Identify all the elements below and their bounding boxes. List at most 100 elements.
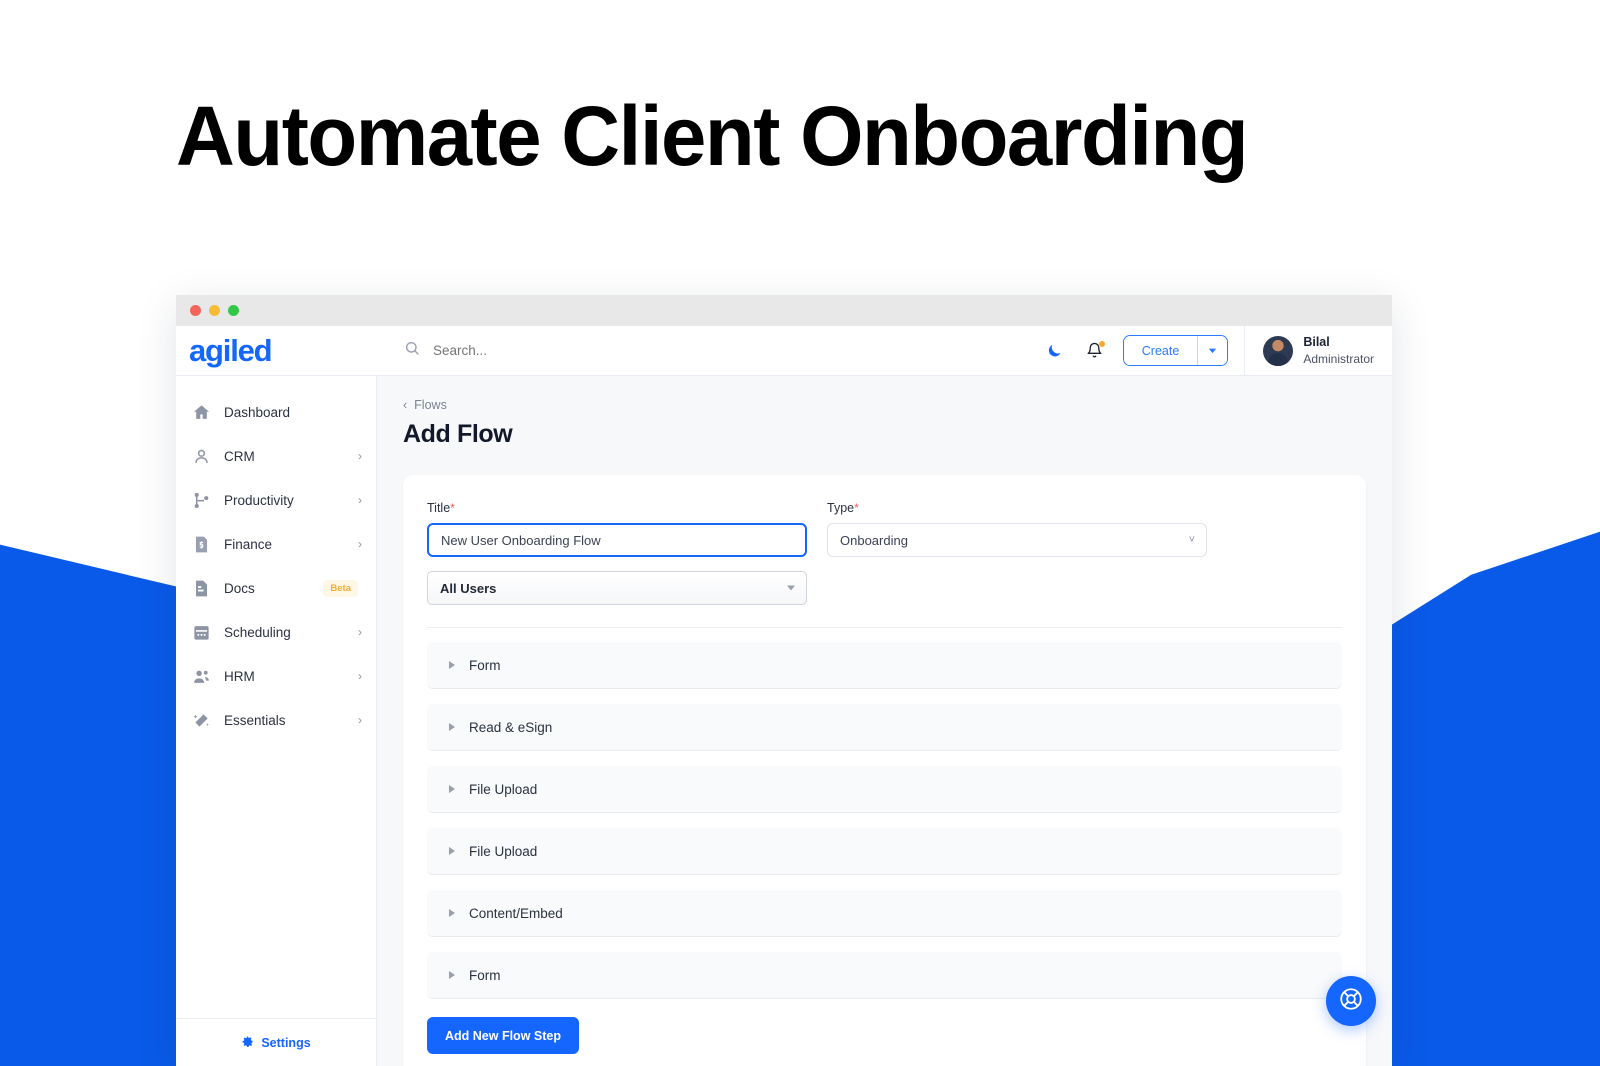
form-field-row: Title* Type* Onboarding [427, 501, 1342, 557]
chevron-right-icon: › [358, 537, 362, 551]
decorative-blue-shape-right [1384, 530, 1600, 1066]
calendar-icon [192, 623, 211, 642]
flow-step-row[interactable]: Read & eSign [427, 704, 1342, 751]
dark-mode-toggle[interactable] [1035, 331, 1075, 371]
breadcrumb[interactable]: ‹ Flows [403, 398, 1366, 412]
expand-triangle-icon [449, 723, 455, 731]
create-button[interactable]: Create [1123, 336, 1198, 365]
people-icon [192, 667, 211, 686]
users-select[interactable]: All Users [427, 571, 807, 605]
home-icon [192, 403, 211, 422]
workflow-icon [192, 491, 211, 510]
chevron-right-icon: › [358, 625, 362, 639]
create-dropdown-toggle[interactable] [1197, 336, 1228, 365]
sidebar-item-label: Docs [224, 580, 255, 596]
title-label: Title* [427, 501, 455, 515]
sidebar-item-settings[interactable]: Settings [176, 1018, 376, 1066]
window-close-dot[interactable] [190, 305, 201, 316]
sidebar-item-essentials[interactable]: Essentials › [176, 698, 376, 742]
required-marker: * [854, 501, 859, 515]
type-label: Type* [827, 501, 859, 515]
add-flow-card: Title* Type* Onboarding [403, 475, 1366, 1066]
user-role: Administrator [1303, 351, 1374, 366]
flow-step-row[interactable]: Form [427, 952, 1342, 999]
sidebar-item-label: Essentials [224, 712, 286, 728]
sidebar-item-hrm[interactable]: HRM › [176, 654, 376, 698]
chevron-down-icon [787, 585, 795, 591]
browser-window: agiled Search... Create Bilal Administra… [176, 295, 1392, 1066]
required-marker: * [450, 501, 455, 515]
flow-step-row[interactable]: File Upload [427, 766, 1342, 813]
sidebar-item-label: HRM [224, 668, 255, 684]
window-maximize-dot[interactable] [228, 305, 239, 316]
expand-triangle-icon [449, 971, 455, 979]
expand-triangle-icon [449, 785, 455, 793]
document-icon [192, 579, 211, 598]
invoice-icon [192, 535, 211, 554]
chevron-left-icon: ‹ [403, 398, 408, 412]
magic-wand-icon [192, 711, 211, 730]
flow-step-row[interactable]: File Upload [427, 828, 1342, 875]
user-menu[interactable]: Bilal Administrator [1244, 325, 1392, 376]
sidebar-item-finance[interactable]: Finance › [176, 522, 376, 566]
user-identity: Bilal Administrator [1303, 334, 1374, 367]
flow-step-label: File Upload [469, 781, 538, 797]
page-headline: Automate Client Onboarding [176, 89, 1249, 183]
sidebar-item-label: Scheduling [224, 624, 291, 640]
sidebar-nav: Dashboard CRM › Productivity › Finance ›… [176, 376, 376, 1018]
search-input[interactable] [433, 343, 693, 358]
users-select-value: All Users [440, 580, 497, 596]
sidebar-item-label: CRM [224, 448, 255, 464]
type-select[interactable]: Onboarding [827, 523, 1207, 557]
flow-step-row[interactable]: Form [427, 642, 1342, 689]
sidebar: Dashboard CRM › Productivity › Finance ›… [176, 376, 377, 1066]
flow-step-label: Content/Embed [469, 905, 563, 921]
flow-step-label: Form [469, 967, 501, 983]
avatar [1263, 335, 1294, 366]
app-topbar: agiled Search... Create Bilal Administra… [176, 325, 1392, 376]
search-icon [404, 340, 420, 361]
expand-triangle-icon [449, 661, 455, 669]
page-title: Add Flow [403, 420, 513, 448]
flow-step-label: Read & eSign [469, 719, 553, 735]
notifications-button[interactable] [1075, 331, 1115, 371]
main-content: ‹ Flows Add Flow Title* New User Onboard… [377, 376, 1392, 1066]
flow-step-label: Form [469, 657, 501, 673]
section-divider [427, 627, 1342, 628]
status-badge: Beta [323, 579, 358, 597]
title-input[interactable] [427, 523, 807, 557]
sidebar-item-productivity[interactable]: Productivity › [176, 478, 376, 522]
sidebar-item-dashboard[interactable]: Dashboard [176, 390, 376, 434]
type-field-group: Type* Onboarding ˅ [827, 501, 1207, 557]
flow-steps-list: Form Read & eSign File Upload File Uploa… [427, 642, 1342, 1014]
window-minimize-dot[interactable] [209, 305, 220, 316]
chevron-right-icon: › [358, 669, 362, 683]
life-ring-icon [1338, 986, 1364, 1017]
topbar-actions: Create Bilal Administrator [1035, 325, 1392, 376]
notification-badge-dot [1098, 340, 1105, 347]
sidebar-item-label: Dashboard [224, 404, 291, 420]
add-new-flow-step-button[interactable]: Add New Flow Step [427, 1017, 579, 1054]
chevron-right-icon: › [358, 493, 362, 507]
search-box[interactable] [376, 340, 1035, 361]
user-icon [192, 447, 211, 466]
sidebar-item-docs[interactable]: Docs Beta [176, 566, 376, 610]
gear-icon [241, 1035, 254, 1051]
sidebar-item-scheduling[interactable]: Scheduling › [176, 610, 376, 654]
create-button-group: Create [1122, 335, 1229, 366]
type-select-wrapper: Onboarding ˅ [827, 523, 1207, 557]
sidebar-item-crm[interactable]: CRM › [176, 434, 376, 478]
flow-step-row[interactable]: Content/Embed [427, 890, 1342, 937]
chevron-right-icon: › [358, 449, 362, 463]
expand-triangle-icon [449, 847, 455, 855]
flow-step-label: File Upload [469, 843, 538, 859]
breadcrumb-label: Flows [414, 398, 447, 412]
app-logo[interactable]: agiled [176, 335, 376, 366]
decorative-blue-shape-left [0, 544, 180, 1066]
chevron-right-icon: › [358, 713, 362, 727]
app-body: Dashboard CRM › Productivity › Finance ›… [176, 376, 1392, 1066]
expand-triangle-icon [449, 909, 455, 917]
browser-titlebar [176, 295, 1392, 326]
support-fab-button[interactable] [1326, 976, 1376, 1026]
sidebar-item-label: Productivity [224, 492, 294, 508]
